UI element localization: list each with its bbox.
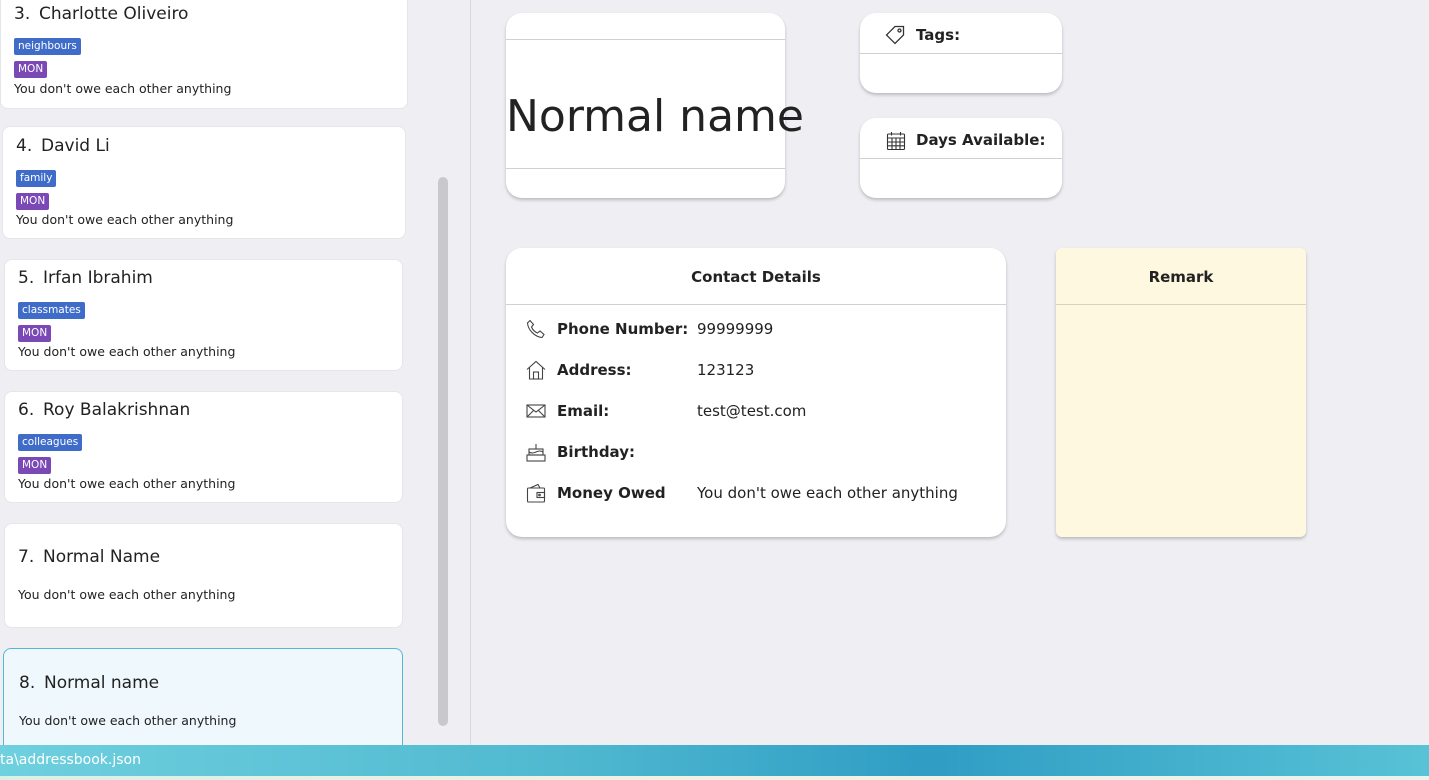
contact-name-heading: Normal name: [506, 91, 804, 142]
contact-card-index: 8.: [19, 673, 36, 693]
address-value: 123123: [697, 361, 755, 379]
wallet-icon: [526, 483, 546, 503]
contact-money-owed: You don't owe each other anything: [14, 81, 232, 96]
contact-card-index: 7.: [18, 547, 35, 567]
tags-panel: Tags:: [860, 13, 1062, 93]
save-location-path: ta\addressbook.json: [0, 752, 141, 768]
birthday-label: Birthday:: [557, 443, 635, 461]
contact-day-badge: MON: [18, 325, 52, 342]
email-value: test@test.com: [697, 402, 807, 420]
contact-tag: colleagues: [18, 434, 83, 451]
calendar-icon: [886, 131, 906, 151]
email-row: Email: test@test.com: [506, 401, 1006, 425]
remark-panel[interactable]: Remark: [1056, 248, 1306, 537]
contact-card-index: 6.: [18, 400, 35, 420]
phone-row: Phone Number: 99999999: [506, 319, 1006, 343]
contact-card-name: Irfan Ibrahim: [43, 268, 153, 288]
name-panel: Normal name: [506, 13, 804, 198]
contact-card[interactable]: 7. Normal Name You don't owe each other …: [4, 523, 403, 628]
contact-card-name: David Li: [41, 136, 110, 156]
divider: [506, 39, 785, 40]
contact-card-selected[interactable]: 8. Normal name You don't owe each other …: [3, 648, 403, 745]
contact-card-index: 4.: [16, 136, 33, 156]
contact-tag: family: [16, 170, 57, 187]
contact-money-owed: You don't owe each other anything: [19, 713, 237, 728]
phone-value: 99999999: [697, 320, 774, 338]
contact-card-name: Normal Name: [43, 547, 161, 567]
contact-day-badge: MON: [14, 61, 48, 78]
days-available-label: Days Available:: [916, 131, 1046, 149]
contact-money-owed: You don't owe each other anything: [16, 212, 234, 227]
contact-money-owed: You don't owe each other anything: [18, 587, 236, 602]
phone-label: Phone Number:: [557, 320, 689, 338]
days-available-panel: Days Available:: [860, 118, 1062, 198]
contact-card[interactable]: 3. Charlotte Oliveiro neighbours MON You…: [0, 0, 408, 109]
cake-icon: [526, 442, 546, 462]
remark-title: Remark: [1148, 268, 1214, 286]
email-label: Email:: [557, 402, 610, 420]
birthday-row: Birthday:: [506, 442, 1006, 466]
app-window: 3. Charlotte Oliveiro neighbours MON You…: [0, 0, 1429, 780]
contact-card-name: Normal name: [44, 673, 160, 693]
contact-money-owed: You don't owe each other anything: [18, 476, 236, 491]
contact-tag: neighbours: [14, 38, 81, 55]
contact-card-index: 5.: [18, 268, 35, 288]
money-owed-row: Money Owed You don't owe each other anyt…: [506, 483, 1006, 507]
days-header: Days Available:: [860, 118, 1062, 159]
contact-details-title: Contact Details: [691, 268, 821, 286]
tags-header: Tags:: [860, 13, 1062, 54]
contact-day-badge: MON: [16, 193, 50, 210]
contact-card-name: Charlotte Oliveiro: [39, 4, 189, 24]
contact-card[interactable]: 4. David Li family MON You don't owe eac…: [2, 126, 406, 239]
contact-details-header: Contact Details: [506, 248, 1006, 305]
tags-label: Tags:: [916, 26, 961, 44]
address-row: Address: 123123: [506, 360, 1006, 384]
phone-icon: [526, 319, 546, 339]
contact-card-index: 3.: [14, 4, 31, 24]
money-owed-label: Money Owed: [557, 484, 666, 502]
mail-icon: [526, 401, 546, 421]
money-owed-value: You don't owe each other anything: [697, 484, 958, 502]
home-icon: [526, 360, 546, 380]
tag-icon: [885, 25, 905, 45]
status-bar: ta\addressbook.json: [0, 745, 1429, 780]
status-bar-edge: [0, 776, 1429, 780]
contact-card[interactable]: 6. Roy Balakrishnan colleagues MON You d…: [4, 391, 403, 503]
contact-list[interactable]: 3. Charlotte Oliveiro neighbours MON You…: [0, 0, 471, 745]
divider: [506, 168, 785, 169]
contact-tag: classmates: [18, 302, 85, 319]
contact-day-badge: MON: [18, 457, 52, 474]
list-scrollbar[interactable]: [438, 177, 448, 726]
contact-card-name: Roy Balakrishnan: [43, 400, 191, 420]
contact-money-owed: You don't owe each other anything: [18, 344, 236, 359]
address-label: Address:: [557, 361, 632, 379]
contact-card[interactable]: 5. Irfan Ibrahim classmates MON You don'…: [4, 259, 403, 371]
remark-header: Remark: [1056, 248, 1306, 305]
contact-details-panel: Contact Details Phone Number: 99999999 A…: [506, 248, 1006, 537]
